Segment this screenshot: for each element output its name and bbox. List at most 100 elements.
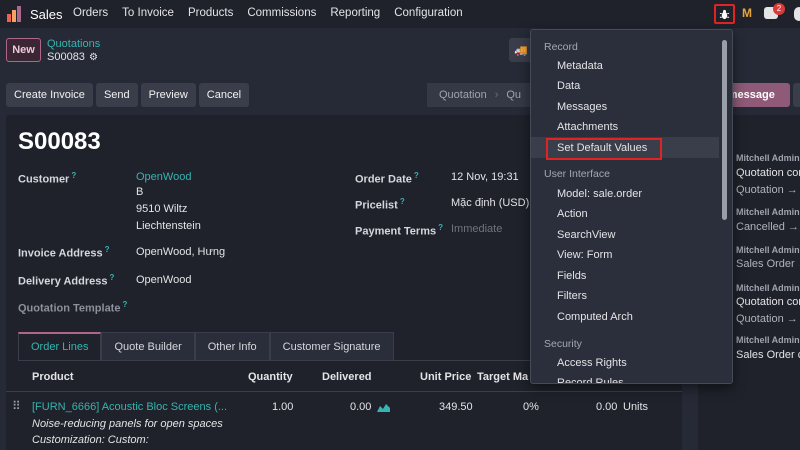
- action-buttons: Create Invoice Send Preview Cancel: [6, 83, 250, 107]
- row-delivered: 0.00: [350, 401, 372, 413]
- gear-icon[interactable]: ⚙: [89, 52, 98, 63]
- menu-to-invoice[interactable]: To Invoice: [122, 7, 174, 19]
- user-avatar[interactable]: [794, 7, 800, 21]
- message-author: Mitchell Admin: [736, 335, 800, 345]
- pricelist-label-text: Pricelist: [355, 199, 398, 212]
- sales-app-logo-icon[interactable]: [7, 6, 21, 22]
- invoice-address-label: Invoice Address?: [18, 245, 109, 260]
- preview-button[interactable]: Preview: [140, 83, 196, 107]
- main-menu: Orders To Invoice Products Commissions R…: [73, 7, 477, 19]
- cancel-button[interactable]: Cancel: [198, 83, 250, 107]
- app-name[interactable]: Sales: [30, 7, 63, 22]
- order-date-label: Order Date?: [355, 171, 419, 186]
- menu-commissions[interactable]: Commissions: [247, 7, 316, 19]
- chat-badge: 2: [773, 3, 785, 15]
- help-icon[interactable]: ?: [109, 273, 114, 282]
- column-header-quantity[interactable]: Quantity: [248, 371, 293, 383]
- invoice-address-field[interactable]: OpenWood, Hưng: [136, 246, 225, 258]
- pricelist-field[interactable]: Mặc định (USD): [451, 197, 529, 209]
- order-date-label-text: Order Date: [355, 173, 412, 186]
- column-header-delivered[interactable]: Delivered: [322, 371, 372, 383]
- help-icon[interactable]: ?: [414, 171, 419, 180]
- menu-section-record: Record: [544, 41, 578, 53]
- row-quantity[interactable]: 1.00: [272, 401, 293, 413]
- column-header-product[interactable]: Product: [32, 371, 74, 383]
- payment-terms-field[interactable]: Immediate: [451, 223, 502, 235]
- row-product[interactable]: [FURN_6666] Acoustic Bloc Screens (...: [32, 401, 227, 413]
- menu-item-access-rights[interactable]: Access Rights: [557, 357, 627, 369]
- row-uom[interactable]: Units: [623, 401, 648, 413]
- breadcrumb-quotations[interactable]: Quotations: [47, 38, 100, 50]
- menu-item-record-rules[interactable]: Record Rules: [557, 377, 624, 383]
- message-tracking: Sales Order →: [736, 258, 800, 270]
- create-invoice-button[interactable]: Create Invoice: [6, 83, 93, 107]
- message-author: Mitchell Admin: [736, 207, 800, 217]
- menu-item-searchview[interactable]: SearchView: [557, 229, 616, 241]
- menu-item-computed-arch[interactable]: Computed Arch: [557, 311, 633, 323]
- message-tracking: Quotation →: [736, 313, 798, 325]
- highlight-box: [546, 138, 662, 160]
- row-subtotal: 0.00: [596, 401, 618, 413]
- quotation-template-label-text: Quotation Template: [18, 302, 121, 315]
- menu-item-metadata[interactable]: Metadata: [557, 60, 603, 72]
- order-date-field[interactable]: 12 Nov, 19:31: [451, 171, 519, 183]
- customer-label-text: Customer: [18, 173, 70, 186]
- row-target-margin[interactable]: 0%: [523, 401, 539, 413]
- drag-handle-icon[interactable]: ⠿: [12, 399, 21, 413]
- status-next[interactable]: Qu: [506, 89, 521, 101]
- status-arrow-icon: ›: [494, 89, 499, 101]
- help-icon[interactable]: ?: [438, 223, 443, 232]
- menu-products[interactable]: Products: [188, 7, 233, 19]
- menu-item-filters[interactable]: Filters: [557, 290, 587, 302]
- pricelist-label: Pricelist?: [355, 197, 405, 212]
- log-note-button[interactable]: [793, 83, 800, 107]
- table-header-divider: [6, 391, 682, 392]
- message-tracking: Cancelled →: [736, 221, 799, 233]
- column-header-target-margin[interactable]: Target Ma: [477, 371, 528, 383]
- tab-customer-signature[interactable]: Customer Signature: [269, 332, 394, 360]
- breadcrumb-current: S00083 ⚙: [47, 51, 98, 63]
- menu-orders[interactable]: Orders: [73, 7, 108, 19]
- message-author: Mitchell Admin: [736, 245, 800, 255]
- message-text: Sales Order cr: [736, 349, 800, 361]
- row-description: Customization: Custom:: [32, 434, 149, 446]
- debug-menu-button[interactable]: [714, 4, 735, 24]
- payment-terms-label-text: Payment Terms: [355, 225, 437, 238]
- row-unit-price[interactable]: 349.50: [439, 401, 473, 413]
- dropdown-scrollbar[interactable]: [722, 40, 727, 220]
- help-icon[interactable]: ?: [122, 300, 127, 309]
- tab-quote-builder[interactable]: Quote Builder: [101, 332, 195, 360]
- payment-terms-label: Payment Terms?: [355, 223, 443, 238]
- menu-configuration[interactable]: Configuration: [394, 7, 462, 19]
- menu-item-attachments[interactable]: Attachments: [557, 121, 618, 133]
- delivery-address-field[interactable]: OpenWood: [136, 274, 191, 286]
- menu-item-data[interactable]: Data: [557, 80, 580, 92]
- m-app-icon[interactable]: M: [742, 6, 752, 20]
- forecast-chart-icon[interactable]: [377, 402, 390, 412]
- column-header-unit-price[interactable]: Unit Price: [420, 371, 471, 383]
- message-author: Mitchell Admin: [736, 283, 800, 293]
- new-button[interactable]: New: [6, 38, 41, 62]
- quotation-template-label: Quotation Template?: [18, 300, 127, 315]
- tab-other-info[interactable]: Other Info: [194, 332, 270, 360]
- notebook-tabs: Order Lines Quote Builder Other Info Cus…: [18, 332, 394, 360]
- menu-item-fields[interactable]: Fields: [557, 270, 586, 282]
- record-name: S00083: [18, 128, 101, 155]
- menu-item-action[interactable]: Action: [557, 208, 588, 220]
- help-icon[interactable]: ?: [400, 197, 405, 206]
- menu-reporting[interactable]: Reporting: [330, 7, 380, 19]
- menu-item-messages[interactable]: Messages: [557, 101, 607, 113]
- status-quotation[interactable]: Quotation: [439, 89, 487, 101]
- message-author: Mitchell Admin: [736, 153, 800, 163]
- tab-order-lines[interactable]: Order Lines: [18, 332, 102, 360]
- menu-item-view-form[interactable]: View: Form: [557, 249, 612, 261]
- customer-address-line: Liechtenstein: [136, 220, 201, 232]
- message-text: Quotation cor: [736, 296, 800, 308]
- help-icon[interactable]: ?: [105, 245, 110, 254]
- help-icon[interactable]: ?: [71, 171, 76, 180]
- customer-name[interactable]: OpenWood: [136, 171, 191, 183]
- send-button[interactable]: Send: [95, 83, 138, 107]
- menu-item-model[interactable]: Model: sale.order: [557, 188, 642, 200]
- status-bar: Quotation › Qu: [427, 83, 537, 107]
- delivery-address-label-text: Delivery Address: [18, 275, 108, 288]
